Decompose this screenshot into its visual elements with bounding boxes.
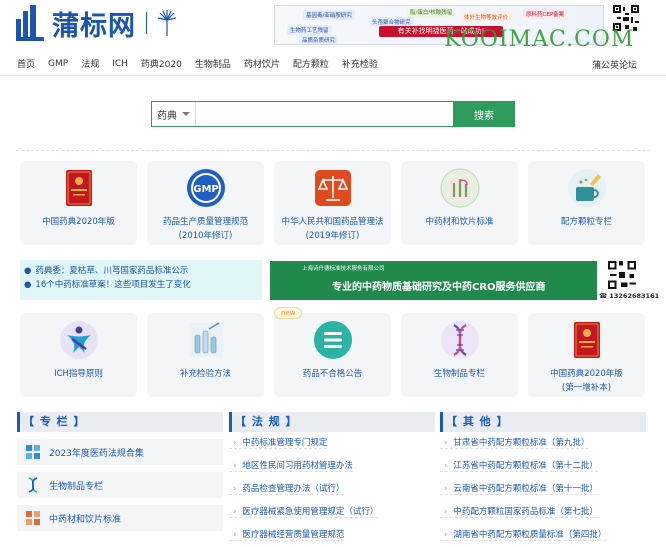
gmp-badge-icon: GMP: [187, 169, 225, 207]
search-bar: 药典 搜索: [151, 101, 515, 127]
ad-tag: 基因毒/亚硝胺研究: [303, 10, 355, 20]
column-title: 【 其 他 】: [440, 412, 646, 432]
card-supplementary-test[interactable]: 补充检验方法: [147, 313, 264, 397]
nav-granules[interactable]: 配方颗粒: [293, 57, 329, 70]
ad-tag: 脂/蛋白/核酸残留: [407, 7, 456, 17]
search-box: 药典: [151, 101, 453, 127]
ad-tag: 生物药工艺残留: [287, 25, 332, 35]
card-row-1: 中国药典2020年版 GMP 药品生产质量管理规范 (2010年修订) 中华人民…: [20, 161, 645, 245]
column-laws: 【 法 规 】 中药标准管理专门规定 地区性民间习用药材管理办法 药品检查管理办…: [229, 412, 435, 547]
cro-ad-banner[interactable]: 上海诗丹德标准技术服务有限公司 专业的中药物质基础研究及中药CRO服务供应商: [270, 261, 597, 300]
card-gmp[interactable]: GMP 药品生产质量管理规范 (2010年修订): [147, 161, 264, 245]
card-substandard-notice[interactable]: new 药品不合格公告: [274, 307, 391, 397]
topic-item[interactable]: 中药材和饮片标准: [17, 505, 223, 531]
chevron-down-icon: [182, 112, 190, 116]
topic-item[interactable]: 2023年度医药法规合集: [17, 439, 223, 465]
nav-pharmacopoeia[interactable]: 药典2020: [141, 57, 182, 70]
list-notice-icon: [314, 321, 352, 359]
list-item[interactable]: 湖南省中药配方颗粒质量标准（第四批）: [440, 530, 607, 541]
card-label: 中国药典2020年版 (第一增补本): [550, 369, 623, 393]
topic-item[interactable]: 生物制品专栏: [17, 472, 223, 498]
search-category-select[interactable]: 药典: [152, 102, 196, 126]
ad-tag: 体外生物等效评价: [461, 12, 512, 22]
list-item[interactable]: 地区性民间习用药材管理办法: [229, 461, 353, 472]
pharmacopoeia-book-icon: [66, 170, 92, 206]
nav-home[interactable]: 首页: [17, 57, 35, 70]
notice-box: ● 药典委：夏枯草、川芎国家药品标准公示 ● 16个中药标准草案！这些项目发生了变化: [20, 260, 262, 300]
test-tube-icon: [189, 322, 223, 357]
list-item[interactable]: 医疗器械经营质量管理规范: [229, 530, 345, 541]
main-nav: 首页 GMP 法规 ICH 药典2020 生物制品 药材饮片 配方颗粒 补充检验…: [0, 52, 666, 76]
new-badge: new: [274, 307, 303, 319]
card-label: 中国药典2020年版: [42, 217, 115, 227]
banner-company: 上海诗丹德标准技术服务有限公司: [302, 266, 385, 272]
card-ich-guidelines[interactable]: ICH指导原则: [20, 313, 137, 397]
card-label: 生物制品专栏: [433, 369, 485, 379]
logo-text: 蒲标网: [52, 10, 136, 42]
list-item[interactable]: 云南省中药配方颗粒标准（第十一批）: [440, 484, 598, 495]
search-button[interactable]: 搜索: [453, 101, 515, 127]
card-label: 补充检验方法: [179, 369, 231, 379]
card-granules[interactable]: 配方颗粒专栏: [528, 161, 645, 245]
search-input[interactable]: [196, 102, 453, 126]
card-label: 药品生产质量管理规范 (2010年修订): [162, 217, 248, 241]
list-item[interactable]: 药品检查管理办法（试行）: [229, 484, 345, 495]
card-biologics[interactable]: 生物制品专栏: [401, 313, 518, 397]
dna-icon: [441, 321, 479, 359]
list-item[interactable]: 中药标准管理专门规定: [229, 438, 328, 449]
column-special: 【 专 栏 】 2023年度医药法规合集 生物制品专栏 中药材和饮片标准: [17, 412, 223, 531]
site-logo[interactable]: 蒲标网: [16, 4, 177, 42]
nav-gmp[interactable]: GMP: [48, 59, 68, 69]
nav-ich[interactable]: ICH: [112, 59, 128, 69]
card-label: 中药材和饮片标准: [425, 217, 494, 227]
card-label: 药品不合格公告: [302, 369, 363, 379]
dandelion-icon: [157, 10, 177, 36]
nav-forum[interactable]: 蒲公英论坛: [592, 58, 637, 71]
phone-number: ☎ 13262683161: [599, 292, 660, 300]
list-item[interactable]: 中药配方颗粒国家药品标准（第七批）: [440, 507, 598, 518]
card-label: 中华人民共和国药品管理法 (2019年修订): [281, 217, 384, 241]
card-row-2: ICH指导原则 补充检验方法 new 药品不合格公告 生物制品专栏 中国药典20…: [20, 307, 645, 397]
nav-herbs[interactable]: 药材饮片: [244, 57, 280, 70]
list-item[interactable]: 医疗器械紧急使用管理规定（试行）: [229, 507, 379, 518]
card-label: ICH指导原则: [54, 369, 103, 379]
banner-slogan: 专业的中药物质基础研究及中药CRO服务供应商: [332, 282, 546, 293]
ich-logo-icon: [60, 321, 98, 359]
card-pharmacopoeia-2020[interactable]: 中国药典2020年版: [20, 161, 137, 245]
list-item[interactable]: 甘肃省中药配方颗粒标准（第九批）: [440, 438, 590, 449]
ad-tag: 原料药CEP备案: [523, 9, 568, 19]
column-others: 【 其 他 】 甘肃省中药配方颗粒标准（第九批） 江苏省中药配方颗粒标准（第十二…: [440, 412, 646, 547]
header: 蒲标网 基因毒/亚硝胺研究 脂/蛋白/核酸残留 体外生物等效评价 原料药CEP备…: [0, 0, 666, 52]
card-pharmacopoeia-supplement[interactable]: 中国药典2020年版 (第一增补本): [528, 313, 645, 397]
law-scale-icon: [315, 170, 351, 206]
watermark-text: KOOIMAC.COM: [444, 27, 635, 52]
pharmacopoeia-book-icon: [574, 322, 600, 358]
nav-laws[interactable]: 法规: [81, 57, 99, 70]
card-drug-law[interactable]: 中华人民共和国药品管理法 (2019年修订): [274, 161, 391, 245]
ad-tag: 品质杂质研究: [299, 35, 339, 44]
card-label: 配方颗粒专栏: [560, 217, 612, 227]
dna-icon: [28, 477, 38, 493]
card-herb-standards[interactable]: 中药材和饮片标准: [401, 161, 518, 245]
search-category-label: 药典: [157, 110, 177, 122]
list-item[interactable]: 江苏省中药配方颗粒标准（第十二批）: [440, 461, 598, 472]
logo-separator: [146, 12, 147, 34]
notice-item[interactable]: ● 药典委：夏枯草、川芎国家药品标准公示: [24, 264, 262, 278]
nav-biologics[interactable]: 生物制品: [195, 57, 231, 70]
qr-code-icon: [608, 261, 636, 289]
column-title: 【 法 规 】: [229, 412, 435, 432]
herb-icon: [440, 168, 480, 208]
notice-item[interactable]: ● 16个中药标准草案！这些项目发生了变化: [24, 278, 262, 292]
granule-cup-icon: [568, 169, 606, 207]
herb-grid-icon: [26, 511, 40, 525]
grid-icon: [26, 445, 40, 459]
divider: [16, 150, 650, 151]
nav-supplementary-test[interactable]: 补充检验: [342, 57, 378, 70]
logo-bars-icon: [16, 5, 46, 41]
column-title: 【 专 栏 】: [17, 412, 223, 432]
svg-text:GMP: GMP: [193, 184, 219, 195]
